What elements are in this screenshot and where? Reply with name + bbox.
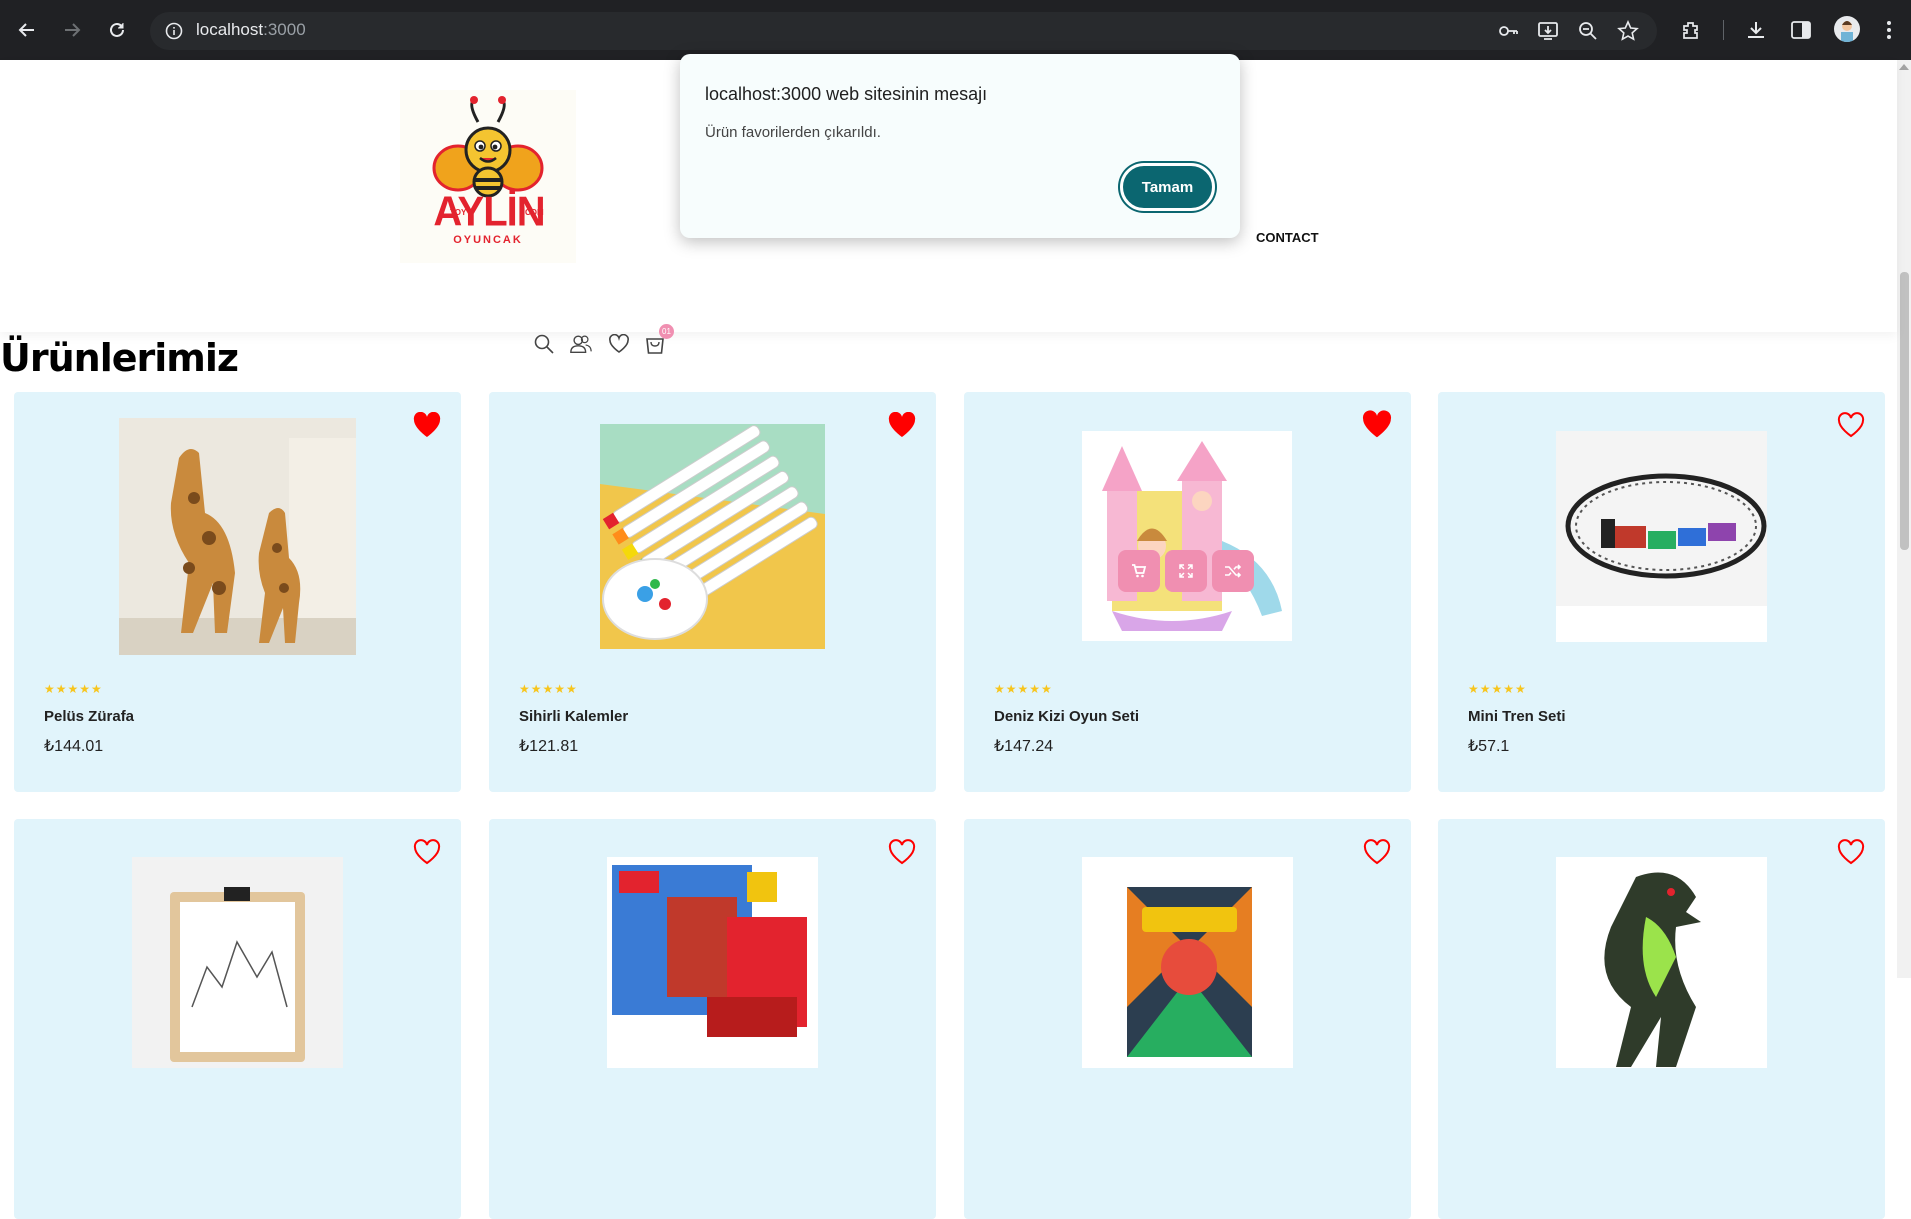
rating-stars: ★★★★★ bbox=[44, 682, 103, 696]
bookmark-star-icon[interactable] bbox=[1616, 19, 1640, 43]
product-image-dinosaur[interactable] bbox=[1556, 857, 1767, 1068]
profile-avatar[interactable] bbox=[1834, 16, 1860, 42]
reload-button[interactable] bbox=[99, 12, 135, 48]
product-card[interactable] bbox=[1438, 819, 1885, 1219]
product-card[interactable]: ★★★★★ Sihirli Kalemler ₺121.81 bbox=[489, 392, 936, 792]
favorite-heart-filled-icon[interactable] bbox=[886, 410, 918, 440]
product-name[interactable]: Mini Tren Seti bbox=[1468, 708, 1566, 725]
logo-brand-text: AYLİN bbox=[433, 188, 545, 236]
account-icon[interactable] bbox=[569, 332, 593, 356]
compare-button[interactable] bbox=[1212, 550, 1254, 592]
browser-toolbar: localhost:3000 bbox=[0, 0, 1911, 60]
downloads-icon[interactable] bbox=[1740, 14, 1772, 46]
favorite-heart-outline-icon[interactable] bbox=[1835, 410, 1867, 440]
alert-dialog: localhost:3000 web sitesinin mesajı Ürün… bbox=[680, 54, 1240, 238]
back-arrow-icon bbox=[18, 23, 34, 37]
product-price: ₺57.1 bbox=[1468, 738, 1510, 755]
bee-mascot-icon bbox=[432, 96, 544, 198]
favorite-heart-filled-icon[interactable] bbox=[411, 410, 443, 440]
menu-kebab-icon[interactable] bbox=[1873, 14, 1905, 46]
product-card[interactable] bbox=[14, 819, 461, 1219]
cart-icon bbox=[1132, 564, 1147, 578]
site-logo[interactable]: TOY COM AYLİN OYUNCAK bbox=[400, 90, 576, 263]
page-scrollbar-thumb[interactable] bbox=[1900, 272, 1909, 550]
favorite-heart-outline-icon[interactable] bbox=[1835, 837, 1867, 867]
address-bar[interactable]: localhost:3000 bbox=[150, 12, 1657, 50]
product-image-giraffe[interactable] bbox=[119, 418, 356, 655]
reload-icon bbox=[110, 22, 124, 37]
product-image-markers[interactable] bbox=[600, 424, 825, 649]
product-card[interactable]: ★★★★★ Pelüs Zürafa ₺144.01 bbox=[14, 392, 461, 792]
rating-stars: ★★★★★ bbox=[994, 682, 1053, 696]
product-price: ₺147.24 bbox=[994, 738, 1054, 755]
expand-icon bbox=[1179, 564, 1193, 578]
nav-link-contact[interactable]: CONTACT bbox=[1256, 230, 1319, 245]
product-price: ₺144.01 bbox=[44, 738, 104, 755]
quick-view-button[interactable] bbox=[1165, 550, 1207, 592]
dialog-ok-button[interactable]: Tamam bbox=[1120, 163, 1215, 211]
add-to-cart-button[interactable] bbox=[1118, 550, 1160, 592]
product-card[interactable] bbox=[964, 819, 1411, 1219]
shuffle-icon bbox=[1225, 564, 1242, 578]
back-button[interactable] bbox=[9, 12, 45, 48]
product-card[interactable]: ★★★★★ Deniz Kizi Oyun Seti ₺147.24 bbox=[964, 392, 1411, 792]
favorite-heart-outline-icon[interactable] bbox=[886, 837, 918, 867]
product-image-lego-city[interactable] bbox=[607, 857, 818, 1068]
url-host: localhost bbox=[196, 20, 264, 39]
url-text[interactable]: localhost:3000 bbox=[196, 20, 306, 40]
cart-count-badge: 01 bbox=[659, 324, 674, 339]
product-image-coloring-set[interactable] bbox=[1082, 857, 1293, 1068]
wishlist-heart-icon[interactable] bbox=[607, 332, 631, 356]
site-info-icon[interactable] bbox=[162, 19, 186, 43]
dialog-message: Ürün favorilerden çıkarıldı. bbox=[705, 124, 881, 141]
forward-arrow-icon bbox=[65, 23, 81, 37]
side-panel-icon[interactable] bbox=[1785, 14, 1817, 46]
dialog-title: localhost:3000 web sitesinin mesajı bbox=[705, 84, 988, 104]
favorite-heart-outline-icon[interactable] bbox=[411, 837, 443, 867]
page-title: Ürünlerimiz bbox=[0, 336, 239, 380]
extensions-icon[interactable] bbox=[1675, 14, 1707, 46]
product-image-train-set[interactable] bbox=[1556, 431, 1767, 642]
product-card[interactable]: ★★★★★ Mini Tren Seti ₺57.1 bbox=[1438, 392, 1885, 792]
product-image-drawing-easel[interactable] bbox=[132, 857, 343, 1068]
toolbar-separator bbox=[1723, 20, 1724, 40]
search-icon[interactable] bbox=[532, 332, 556, 356]
product-card[interactable] bbox=[489, 819, 936, 1219]
url-port: :3000 bbox=[263, 20, 306, 39]
install-app-icon[interactable] bbox=[1536, 19, 1560, 43]
rating-stars: ★★★★★ bbox=[1468, 682, 1527, 696]
product-name[interactable]: Pelüs Zürafa bbox=[44, 708, 134, 725]
zoom-icon[interactable] bbox=[1576, 19, 1600, 43]
scroll-up-arrow-icon[interactable] bbox=[1899, 64, 1909, 70]
product-image-mermaid-castle[interactable] bbox=[1082, 431, 1292, 641]
favorite-heart-outline-icon[interactable] bbox=[1361, 837, 1393, 867]
key-icon[interactable] bbox=[1496, 19, 1520, 43]
rating-stars: ★★★★★ bbox=[519, 682, 578, 696]
forward-button[interactable] bbox=[54, 12, 90, 48]
product-name[interactable]: Sihirli Kalemler bbox=[519, 708, 628, 725]
product-name[interactable]: Deniz Kizi Oyun Seti bbox=[994, 708, 1139, 725]
logo-subtitle: OYUNCAK bbox=[453, 234, 523, 246]
product-price: ₺121.81 bbox=[519, 738, 579, 755]
favorite-heart-filled-icon[interactable] bbox=[1361, 410, 1393, 440]
